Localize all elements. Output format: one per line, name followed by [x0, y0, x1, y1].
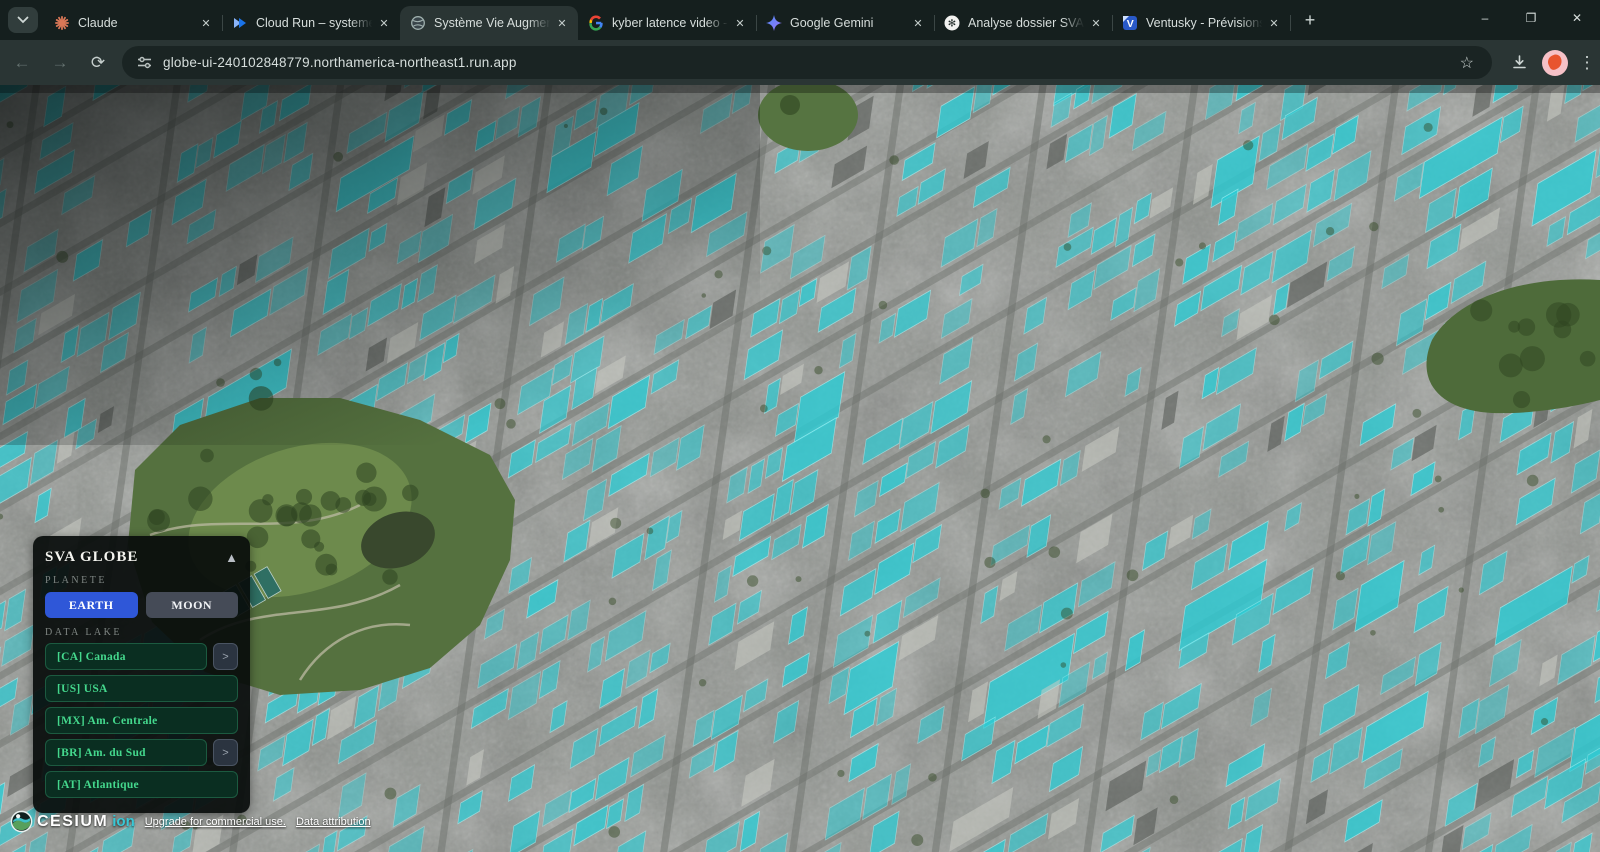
- ion-logo-text: ion: [112, 813, 135, 830]
- tab-favicon: ✻: [944, 15, 960, 31]
- cesium-globe-icon: [10, 810, 33, 833]
- data-attribution-link[interactable]: Data attribution: [296, 816, 371, 828]
- datalake-row: [US] USA: [45, 675, 238, 702]
- google-g-icon: [589, 15, 603, 31]
- tab-close-button[interactable]: ✕: [1266, 15, 1282, 31]
- datalake-row: [CA] Canada >: [45, 643, 238, 670]
- reload-button[interactable]: ⟳: [82, 47, 114, 79]
- tab-search-button[interactable]: [8, 7, 38, 33]
- browser-tab-4[interactable]: kyber latence video - R ✕: [578, 6, 757, 40]
- back-button[interactable]: ←: [6, 47, 38, 79]
- download-icon[interactable]: [1502, 46, 1536, 80]
- cloud-run-icon: [234, 18, 246, 28]
- site-settings-icon[interactable]: [136, 54, 153, 71]
- datalake-row: [BR] Am. du Sud >: [45, 739, 238, 766]
- new-tab-button[interactable]: +: [1296, 6, 1324, 34]
- datalake-expander-button[interactable]: >: [213, 643, 238, 670]
- tab-close-button[interactable]: ✕: [198, 15, 214, 31]
- tab-strip: Claude ✕ Cloud Run – systeme v ✕ Système Vie…: [44, 0, 1291, 40]
- tab-title: Système Vie Augmente: [434, 16, 554, 30]
- tab-favicon: V: [1122, 15, 1138, 31]
- panel-title: SVA GLOBE: [45, 549, 139, 565]
- datalake-button-1[interactable]: [CA] Canada: [45, 643, 207, 670]
- tab-favicon: [410, 15, 426, 31]
- browser-tab-1[interactable]: Claude ✕: [44, 6, 223, 40]
- svg-text:✻: ✻: [948, 19, 956, 30]
- tab-close-button[interactable]: ✕: [554, 15, 570, 31]
- globe-icon: [411, 16, 425, 30]
- datalake-row: [MX] Am. Centrale: [45, 707, 238, 734]
- cesium-ion-logo[interactable]: CESIUM ion: [10, 810, 135, 833]
- tab-title: Google Gemini: [790, 16, 874, 30]
- tab-title: Analyse dossier SVA: [968, 16, 1084, 30]
- planet-section-label: PLANETE: [45, 575, 107, 586]
- address-bar[interactable]: globe-ui-240102848779.northamerica-north…: [122, 46, 1492, 79]
- profile-avatar[interactable]: [1542, 49, 1568, 76]
- datalake-expander-button[interactable]: >: [213, 739, 238, 766]
- claude-starburst-icon: [55, 16, 69, 30]
- tab-close-button[interactable]: ✕: [1088, 15, 1104, 31]
- browser-tab-5[interactable]: Google Gemini ✕: [756, 6, 935, 40]
- tab-title: kyber latence video - R: [612, 16, 732, 30]
- svg-text:V: V: [1127, 18, 1134, 30]
- forward-button[interactable]: →: [44, 47, 76, 79]
- sva-globe-panel: SVA GLOBE ▲ PLANETE EARTH MOON DATA LAKE …: [33, 536, 250, 813]
- datalake-button-3[interactable]: [MX] Am. Centrale: [45, 707, 238, 734]
- datalake-button-4[interactable]: [BR] Am. du Sud: [45, 739, 207, 766]
- tab-title: Cloud Run – systeme v: [256, 16, 376, 30]
- chevron-down-icon: [17, 16, 29, 24]
- browser-tab-2[interactable]: Cloud Run – systeme v ✕: [222, 6, 401, 40]
- datalake-row: [AT] Atlantique: [45, 771, 238, 798]
- url-text[interactable]: globe-ui-240102848779.northamerica-north…: [163, 55, 1460, 70]
- collapse-panel-button[interactable]: ▲: [225, 551, 238, 564]
- window-controls: – ❐ ✕: [1462, 0, 1600, 40]
- minimize-button[interactable]: –: [1462, 0, 1508, 36]
- browser-toolbar: ← → ⟳ globe-ui-240102848779.northamerica…: [0, 40, 1600, 85]
- datalake-section-label: DATA LAKE: [45, 627, 122, 638]
- tab-favicon: [232, 15, 248, 31]
- datalake-list: [CA] Canada > [US] USA [MX] Am. Centrale [BR…: [45, 643, 238, 798]
- tab-close-button[interactable]: ✕: [910, 15, 926, 31]
- tab-favicon: [588, 15, 604, 31]
- ventusky-v-icon: V: [1123, 16, 1137, 30]
- tab-close-button[interactable]: ✕: [732, 15, 748, 31]
- browser-tab-6[interactable]: ✻ Analyse dossier SVA ✕: [934, 6, 1113, 40]
- datalake-button-2[interactable]: [US] USA: [45, 675, 238, 702]
- cesium-attribution: CESIUM ion Upgrade for commercial use. D…: [10, 810, 371, 833]
- gemini-star-icon: [766, 15, 782, 31]
- browser-tab-3[interactable]: Système Vie Augmente ✕: [400, 6, 578, 40]
- datalake-button-5[interactable]: [AT] Atlantique: [45, 771, 238, 798]
- chatgpt-icon: ✻: [944, 15, 960, 31]
- tab-title: Ventusky - Prévisions m: [1146, 16, 1266, 30]
- bookmark-star-icon[interactable]: ☆: [1460, 53, 1474, 73]
- planet-button-moon[interactable]: MOON: [145, 592, 238, 618]
- cesium-logo-text: CESIUM: [37, 812, 109, 830]
- browser-menu-icon[interactable]: ⋮: [1574, 46, 1600, 80]
- close-button[interactable]: ✕: [1554, 0, 1600, 36]
- tab-favicon: [54, 15, 70, 31]
- tab-favicon: [766, 15, 782, 31]
- tab-close-button[interactable]: ✕: [376, 15, 392, 31]
- tab-title: Claude: [78, 16, 118, 30]
- browser-tab-7[interactable]: V Ventusky - Prévisions m✕: [1112, 6, 1291, 40]
- restore-button[interactable]: ❐: [1508, 0, 1554, 36]
- planet-toggle: EARTH MOON: [45, 592, 238, 618]
- planet-button-earth[interactable]: EARTH: [45, 592, 138, 618]
- browser-tab-bar: Claude ✕ Cloud Run – systeme v ✕ Système Vie…: [0, 0, 1600, 40]
- upgrade-link[interactable]: Upgrade for commercial use.: [145, 816, 286, 828]
